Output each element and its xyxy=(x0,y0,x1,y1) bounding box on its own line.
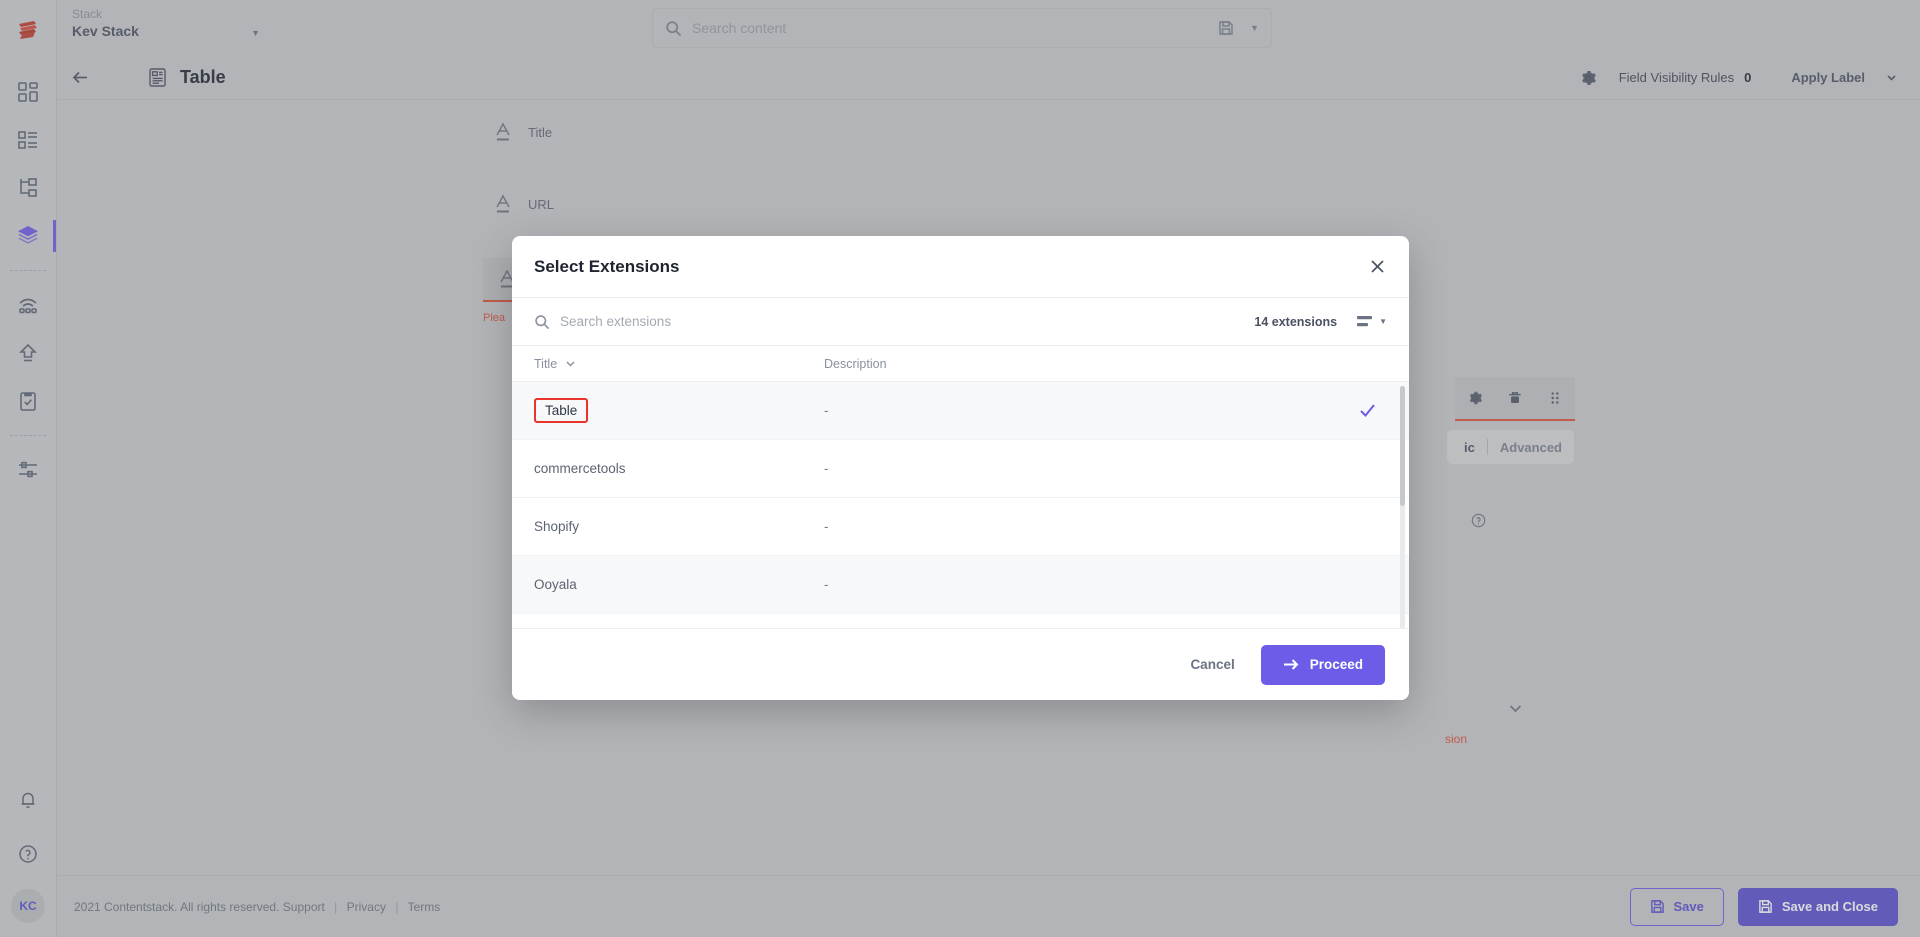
row-title-cell: commercetools xyxy=(534,461,626,476)
search-icon xyxy=(534,314,550,330)
table-row[interactable]: Table - xyxy=(512,382,1409,440)
row-title-cell: Shopify xyxy=(534,519,580,534)
cancel-button[interactable]: Cancel xyxy=(1190,657,1234,672)
column-header-title[interactable]: Title xyxy=(534,357,824,371)
select-extensions-modal: Select Extensions Search extensions 14 e… xyxy=(512,236,1409,700)
modal-footer: Cancel Proceed xyxy=(512,628,1409,700)
app-root: KC Stack Kev Stack ▼ Search content ▼ Ta… xyxy=(0,0,1920,937)
proceed-button-label: Proceed xyxy=(1309,657,1363,672)
modal-header: Select Extensions xyxy=(512,236,1409,298)
row-description-cell: - xyxy=(824,577,829,592)
arrow-right-icon xyxy=(1283,657,1300,672)
modal-scrollbar[interactable] xyxy=(1400,386,1405,628)
table-row[interactable]: commercetools - xyxy=(512,440,1409,498)
row-description-cell: - xyxy=(824,519,829,534)
modal-search-row: Search extensions 14 extensions ▼ xyxy=(512,298,1409,346)
row-title-cell: Ooyala xyxy=(534,577,577,592)
close-icon[interactable] xyxy=(1368,257,1387,276)
table-row[interactable]: Ooyala - xyxy=(512,556,1409,614)
list-view-icon xyxy=(1357,315,1374,329)
modal-title: Select Extensions xyxy=(534,256,680,276)
column-header-title-label: Title xyxy=(534,356,558,371)
chevron-down-icon: ▼ xyxy=(1379,317,1387,326)
modal-scrollbar-thumb[interactable] xyxy=(1400,386,1405,506)
row-title-highlighted[interactable]: Table xyxy=(534,398,589,423)
sort-chevron-icon xyxy=(564,357,577,370)
column-header-description: Description xyxy=(824,356,887,371)
row-description-cell: - xyxy=(824,461,829,476)
table-row[interactable]: Shopify - xyxy=(512,498,1409,556)
view-toggle-button[interactable]: ▼ xyxy=(1357,315,1387,329)
row-description-cell: - xyxy=(824,403,829,418)
extensions-table-body[interactable]: Table - commercetools - Shopify - Ooyala… xyxy=(512,382,1409,628)
extensions-table-header: Title Description xyxy=(512,346,1409,382)
proceed-button[interactable]: Proceed xyxy=(1260,644,1385,685)
row-title-cell: Table xyxy=(534,398,824,423)
extensions-count: 14 extensions xyxy=(1254,314,1338,329)
check-icon xyxy=(1347,400,1387,421)
extensions-search-input[interactable]: Search extensions xyxy=(560,314,671,329)
